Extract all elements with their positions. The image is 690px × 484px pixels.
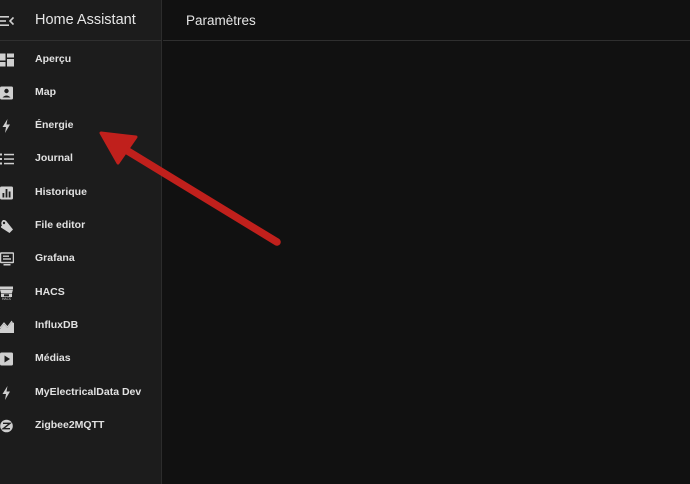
sidebar-item-zigbee2mqtt[interactable]: Zigbee2MQTT <box>0 410 160 442</box>
sidebar-item-label: File editor <box>35 219 86 231</box>
sidebar-item-energie[interactable]: Énergie <box>0 110 160 142</box>
sidebar-item-journal[interactable]: Journal <box>0 143 160 175</box>
sidebar-item-label: InfluxDB <box>35 319 79 331</box>
wrench-icon <box>0 218 14 234</box>
sidebar-item-label: Aperçu <box>35 53 72 65</box>
sidebar-item-label: Journal <box>35 152 73 164</box>
monitor-dashboard-icon <box>0 251 14 267</box>
sidebar-item-label: Grafana <box>35 252 75 264</box>
sidebar-item-hacs[interactable]: HACS HACS <box>0 277 160 309</box>
sidebar-item-label: HACS <box>35 286 65 298</box>
dashboard-icon <box>0 52 14 68</box>
lightning-bolt-icon <box>0 385 14 401</box>
sidebar-item-map[interactable]: Map <box>0 77 160 109</box>
chart-box-icon <box>0 185 14 201</box>
map-account-icon <box>0 85 14 101</box>
sidebar-item-grafana[interactable]: Grafana <box>0 243 160 275</box>
chart-areaspline-icon <box>0 318 14 334</box>
menu-collapse-icon[interactable] <box>0 13 15 29</box>
sidebar-item-file-editor[interactable]: File editor <box>0 210 160 242</box>
sidebar: Home Assistant Aperçu Map Énergie Journa… <box>0 0 162 484</box>
sidebar-item-label: Énergie <box>35 119 74 131</box>
sidebar-item-apercu[interactable]: Aperçu <box>0 44 160 76</box>
sidebar-item-label: MyElectricalData Dev <box>35 386 142 398</box>
sidebar-item-influxdb[interactable]: InfluxDB <box>0 310 160 342</box>
app-window: Home Assistant Aperçu Map Énergie Journa… <box>0 0 690 484</box>
sidebar-item-label: Map <box>35 86 56 98</box>
app-title: Home Assistant <box>35 12 136 28</box>
svg-text:HACS: HACS <box>2 297 11 301</box>
top-bar: Paramètres <box>163 0 690 41</box>
play-box-icon <box>0 351 14 367</box>
sidebar-item-medias[interactable]: Médias <box>0 343 160 375</box>
main-content <box>163 41 690 484</box>
sidebar-item-myelectricaldata-dev[interactable]: MyElectricalData Dev <box>0 377 160 409</box>
sidebar-header: Home Assistant <box>0 0 162 41</box>
zigbee-icon <box>0 418 14 434</box>
sidebar-item-label: Historique <box>35 186 87 198</box>
page-title: Paramètres <box>186 13 256 28</box>
format-list-bulleted-icon <box>0 151 14 167</box>
lightning-bolt-icon <box>0 118 14 134</box>
sidebar-item-label: Zigbee2MQTT <box>35 419 105 431</box>
sidebar-item-historique[interactable]: Historique <box>0 177 160 209</box>
hacs-store-icon: HACS <box>0 285 14 301</box>
sidebar-item-label: Médias <box>35 352 71 364</box>
